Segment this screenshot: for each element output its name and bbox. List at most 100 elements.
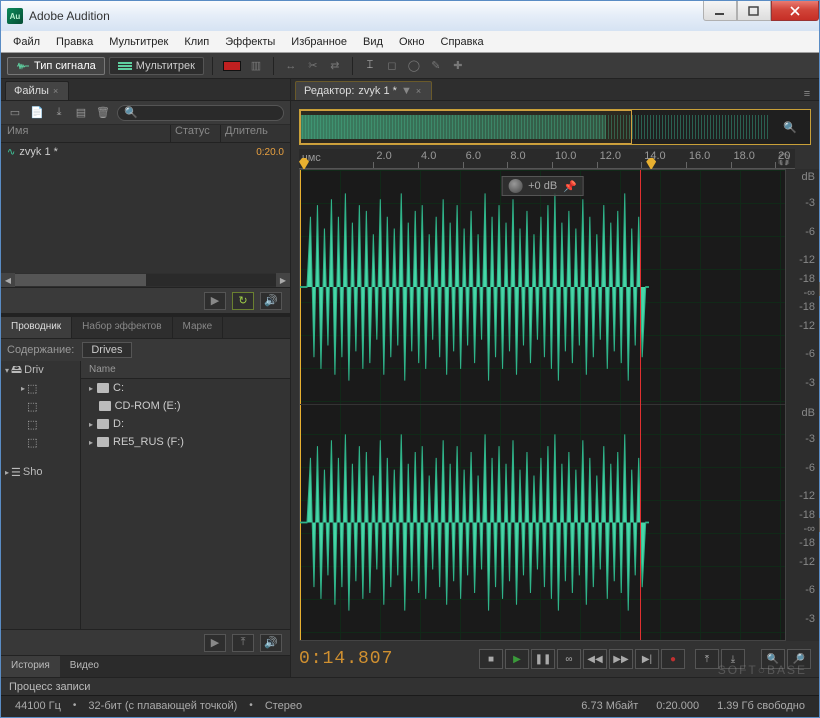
drive-icon — [97, 437, 109, 447]
gain-hud[interactable]: +0 dB 📌 — [501, 176, 584, 196]
spectral-toggle-icon[interactable]: ▥ — [247, 57, 265, 75]
forward-button[interactable]: ▶▶ — [609, 649, 633, 669]
scroll-right-icon[interactable]: ▶ — [276, 273, 290, 287]
files-play-button[interactable]: ▶ — [204, 292, 226, 310]
tool-razor-icon[interactable]: ✂ — [304, 57, 322, 75]
menu-view[interactable]: Вид — [355, 34, 391, 50]
file-name: zvyk 1 * — [19, 146, 58, 158]
rewind-button[interactable]: ◀◀ — [583, 649, 607, 669]
mode-multitrack-button[interactable]: Мультитрек — [109, 57, 204, 75]
menu-help[interactable]: Справка — [433, 34, 492, 50]
pause-button[interactable]: ❚❚ — [531, 649, 555, 669]
menu-multitrack[interactable]: Мультитрек — [101, 34, 176, 50]
menu-effects[interactable]: Эффекты — [217, 34, 283, 50]
col-duration[interactable]: Длитель — [221, 125, 290, 142]
close-icon[interactable]: × — [416, 86, 421, 96]
menu-file[interactable]: Файл — [5, 34, 48, 50]
status-bit-depth: 32-бит (с плавающей точкой) — [82, 700, 243, 712]
tool-move-icon[interactable]: ↔ — [282, 57, 300, 75]
mode-waveform-label: Тип сигнала — [34, 60, 96, 72]
menu-window[interactable]: Окно — [391, 34, 433, 50]
menubar: Файл Правка Мультитрек Клип Эффекты Избр… — [1, 31, 819, 53]
explorer-play-button[interactable]: ▶ — [204, 634, 226, 652]
explorer-tree[interactable]: ▾🖴 Driv ▸⬚ ⬚ ⬚ ⬚ ▸☰ Sho — [1, 361, 81, 629]
waveform-icon: ∿ — [7, 147, 15, 158]
tab-markers[interactable]: Марке — [173, 317, 224, 338]
loop-button[interactable]: ∞ — [557, 649, 581, 669]
gain-knob-icon[interactable] — [508, 179, 522, 193]
play-button[interactable]: ▶ — [505, 649, 529, 669]
tool-slip-icon[interactable]: ⇄ — [326, 57, 344, 75]
explorer-import-button[interactable]: ⤒ — [232, 634, 254, 652]
window-close-button[interactable] — [771, 1, 819, 21]
top-toolbar: Тип сигнала Мультитрек ▥ ↔ ✂ ⇄ ⌶ ◻ ◯ ✎ ✚ — [1, 53, 819, 79]
open-file-icon[interactable]: 📄 — [29, 105, 45, 121]
explorer-panel: Проводник Набор эффектов Марке Содержани… — [1, 317, 290, 655]
time-ruler[interactable]: чмс 🎧 2.04.06.08.010.012.014.016.018.020 — [299, 149, 795, 169]
stop-button[interactable]: ■ — [479, 649, 503, 669]
files-panel: ▭ 📄 ⤓ ▤ 🗑 🔍 Имя Статус Длитель ∿ zvyk 1 … — [1, 101, 290, 313]
record-button[interactable]: ● — [661, 649, 685, 669]
import-icon[interactable]: ⤓ — [51, 105, 67, 121]
files-panel-tab[interactable]: Файлы× — [5, 81, 69, 100]
window-maximize-button[interactable] — [737, 1, 771, 21]
zoom-out-button[interactable]: 🔎 — [787, 649, 811, 669]
list-item[interactable]: ▸RE5_RUS (F:) — [81, 433, 290, 451]
menu-clip[interactable]: Клип — [176, 34, 217, 50]
list-item[interactable]: ▸D: — [81, 415, 290, 433]
close-icon[interactable]: × — [53, 86, 58, 96]
tool-brush-icon[interactable]: ✎ — [427, 57, 445, 75]
return-start-button[interactable]: ⤒ — [695, 649, 719, 669]
zoom-in-button[interactable]: 🔍 — [761, 649, 785, 669]
list-item[interactable]: CD-ROM (E:) — [81, 397, 290, 415]
content-dropdown[interactable]: Drives — [82, 342, 131, 358]
tool-marquee-icon[interactable]: ◻ — [383, 57, 401, 75]
timecode-display[interactable]: 0:14.807 — [299, 649, 471, 669]
waveform-channel-right — [300, 405, 649, 640]
window-minimize-button[interactable] — [703, 1, 737, 21]
files-search-input[interactable]: 🔍 — [117, 105, 284, 121]
zoom-reset-icon[interactable]: 🔍 — [770, 121, 810, 134]
playhead-line[interactable] — [640, 170, 641, 640]
explorer-list: Name ▸C: CD-ROM (E:) ▸D: ▸RE5_RUS (F:) — [81, 361, 290, 629]
menu-edit[interactable]: Правка — [48, 34, 101, 50]
pin-icon[interactable]: 📌 — [563, 180, 577, 193]
col-status[interactable]: Статус — [171, 125, 221, 142]
tool-time-select-icon[interactable]: ⌶ — [361, 57, 379, 75]
multitrack-icon — [118, 61, 132, 71]
tab-explorer[interactable]: Проводник — [1, 317, 72, 338]
spectral-color-swatch[interactable] — [223, 61, 241, 71]
scroll-left-icon[interactable]: ◀ — [1, 273, 15, 287]
files-loop-button[interactable]: ↻ — [232, 292, 254, 310]
explorer-autoplay-button[interactable]: 🔊 — [260, 634, 282, 652]
list-header-name[interactable]: Name — [81, 361, 290, 379]
menu-favorites[interactable]: Избранное — [283, 34, 355, 50]
new-file-icon[interactable]: ▭ — [7, 105, 23, 121]
status-duration: 0:20.000 — [650, 700, 705, 712]
content-label: Содержание: — [7, 344, 74, 356]
list-item[interactable]: ▸C: — [81, 379, 290, 397]
col-name[interactable]: Имя — [1, 125, 171, 142]
skip-button[interactable]: ▶| — [635, 649, 659, 669]
status-sample-rate: 44100 Гц — [9, 700, 67, 712]
tool-heal-icon[interactable]: ✚ — [449, 57, 467, 75]
drive-icon — [97, 383, 109, 393]
editor-tab[interactable]: Редактор: zvyk 1 * ▼× — [295, 81, 432, 100]
files-hscrollbar[interactable]: ◀ ▶ — [1, 273, 290, 287]
transport-controls: ■ ▶ ❚❚ ∞ ◀◀ ▶▶ ▶| ● ⤒ ⤓ — [479, 649, 745, 669]
waveform-display[interactable]: +0 dB 📌 — [299, 169, 785, 641]
new-multitrack-icon[interactable]: ▤ — [73, 105, 89, 121]
app-icon: Au — [7, 8, 23, 24]
files-autoplay-button[interactable]: 🔊 — [260, 292, 282, 310]
tool-lasso-icon[interactable]: ◯ — [405, 57, 423, 75]
tab-effects-rack[interactable]: Набор эффектов — [72, 317, 172, 338]
editor-area: Редактор: zvyk 1 * ▼× ≡ 🔍 чмс 🎧 2.04.06.… — [291, 79, 819, 677]
overview-navigator[interactable]: 🔍 — [299, 109, 811, 145]
delete-icon[interactable]: 🗑 — [95, 105, 111, 121]
skip-selection-button[interactable]: ⤓ — [721, 649, 745, 669]
tab-video[interactable]: Видео — [60, 656, 109, 677]
tab-history[interactable]: История — [1, 656, 60, 677]
file-row[interactable]: ∿ zvyk 1 * 0:20.0 — [1, 143, 290, 161]
mode-waveform-button[interactable]: Тип сигнала — [7, 57, 105, 75]
editor-options-icon[interactable]: ≡ — [795, 88, 819, 100]
